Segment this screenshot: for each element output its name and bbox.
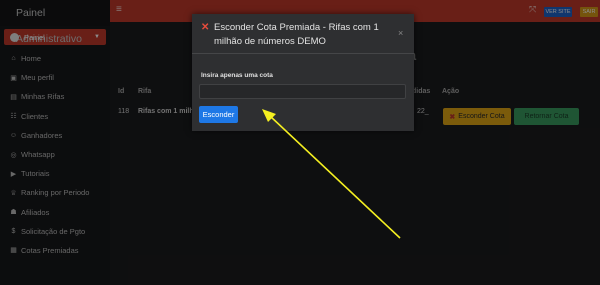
modal-header: ✕ Esconder Cota Premiada - Rifas com 1 m… — [192, 14, 414, 54]
modal-title: Esconder Cota Premiada - Rifas com 1 mil… — [214, 22, 379, 47]
modal-close-button[interactable]: × — [398, 28, 403, 38]
hide-quota-modal: ✕ Esconder Cota Premiada - Rifas com 1 m… — [192, 14, 414, 131]
quota-input[interactable] — [199, 84, 406, 99]
error-x-icon: ✕ — [201, 22, 210, 33]
hide-submit-button[interactable]: Esconder — [199, 106, 238, 123]
quota-input-label: Insira apenas uma cota — [201, 72, 273, 79]
